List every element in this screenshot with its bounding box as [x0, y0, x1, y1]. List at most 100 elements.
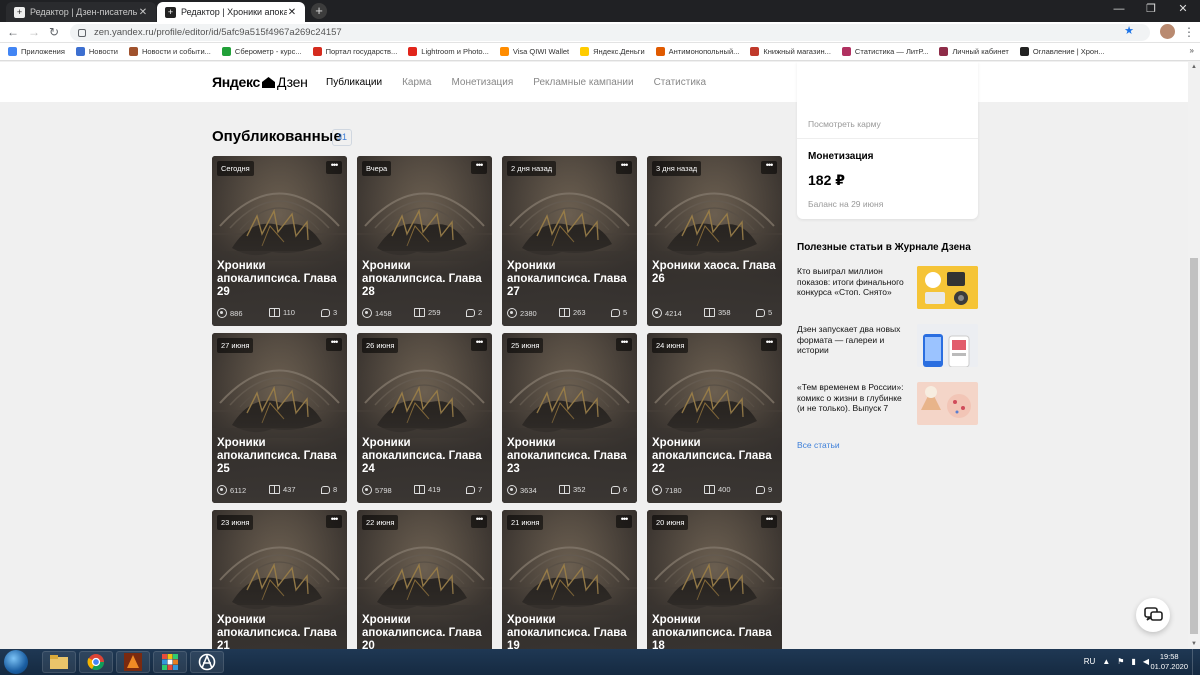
more-options-icon[interactable]: ••• — [326, 338, 342, 351]
language-indicator[interactable]: RU — [1084, 657, 1096, 666]
all-articles-link[interactable]: Все статьи — [797, 440, 840, 450]
start-button[interactable] — [4, 650, 28, 674]
nav-publications[interactable]: Публикации — [326, 77, 382, 88]
bookmark-item[interactable]: Антимонопольный... — [655, 47, 739, 56]
more-options-icon[interactable]: ••• — [326, 161, 342, 174]
publication-card[interactable]: Сегодня ••• Хроники апокалипсиса. Глава … — [212, 156, 347, 326]
publication-title[interactable]: Хроники апокалипсиса. Глава 20 — [362, 614, 487, 649]
more-options-icon[interactable]: ••• — [616, 515, 632, 528]
maximize-icon[interactable]: ❐ — [1136, 0, 1166, 20]
bookmark-item[interactable]: Портал государств... — [312, 47, 397, 56]
more-options-icon[interactable]: ••• — [471, 161, 487, 174]
bookmark-item[interactable]: Статистика — ЛитР... — [841, 47, 928, 56]
more-options-icon[interactable]: ••• — [761, 161, 777, 174]
bookmark-item[interactable]: Новости и событи... — [128, 47, 211, 56]
publication-title[interactable]: Хроники апокалипсиса. Глава 25 — [217, 437, 342, 476]
publication-title[interactable]: Хроники апокалипсиса. Глава 29 — [217, 260, 342, 299]
support-chat-button[interactable] — [1136, 598, 1170, 632]
publication-card[interactable]: 2 дня назад ••• Хроники апокалипсиса. Гл… — [502, 156, 637, 326]
bookmark-item[interactable]: Visa QIWI Wallet — [499, 47, 569, 56]
publication-card[interactable]: 23 июня ••• Хроники апокалипсиса. Глава … — [212, 510, 347, 649]
bookmark-item[interactable]: Новости — [75, 47, 118, 56]
game-app-icon[interactable] — [116, 651, 150, 673]
views-stat: 4214 — [652, 308, 682, 318]
rubik-cube-icon[interactable] — [153, 651, 187, 673]
address-bar-row: ← → ↻ zen.yandex.ru/profile/editor/id/5a… — [0, 22, 1200, 43]
publication-card[interactable]: 21 июня ••• Хроники апокалипсиса. Глава … — [502, 510, 637, 649]
bookmark-item[interactable]: Оглавление | Хрон... — [1019, 47, 1104, 56]
browser-tab[interactable]: + Редактор | Дзен-писатель? | Яндекс ✕ — [6, 2, 156, 22]
more-options-icon[interactable]: ••• — [471, 515, 487, 528]
publication-card[interactable]: 20 июня ••• Хроники апокалипсиса. Глава … — [647, 510, 782, 649]
chrome-icon[interactable] — [79, 651, 113, 673]
more-options-icon[interactable]: ••• — [616, 161, 632, 174]
more-options-icon[interactable]: ••• — [761, 338, 777, 351]
bookmark-item[interactable]: Книжный магазин... — [750, 47, 831, 56]
publication-date: 22 июня — [362, 515, 399, 530]
page-scrollbar[interactable]: ▲ ▼ — [1188, 62, 1200, 649]
journal-article[interactable]: Дзен запускает два новых формата — галер… — [797, 324, 978, 368]
journal-article[interactable]: Кто выиграл миллион показов: итоги финал… — [797, 266, 978, 310]
browser-profile-avatar[interactable] — [1160, 24, 1175, 39]
publication-card[interactable]: 25 июня ••• Хроники апокалипсиса. Глава … — [502, 333, 637, 503]
bookmark-star-icon[interactable]: ★ — [1124, 24, 1134, 37]
close-tab-icon[interactable]: ✕ — [138, 7, 148, 18]
publication-card[interactable]: 26 июня ••• Хроники апокалипсиса. Глава … — [357, 333, 492, 503]
more-options-icon[interactable]: ••• — [616, 338, 632, 351]
publication-title[interactable]: Хроники апокалипсиса. Глава 27 — [507, 260, 632, 299]
publication-card[interactable]: 27 июня ••• Хроники апокалипсиса. Глава … — [212, 333, 347, 503]
close-window-icon[interactable]: ✕ — [1168, 0, 1198, 20]
nav-karma[interactable]: Карма — [402, 77, 431, 88]
more-options-icon[interactable]: ••• — [761, 515, 777, 528]
publication-title[interactable]: Хроники хаоса. Глава 26 — [652, 260, 777, 286]
reads-stat: 358 — [704, 308, 731, 317]
bookmark-favicon-icon — [655, 47, 665, 56]
browser-tab-active[interactable]: + Редактор | Хроники апокалипсиса ✕ — [157, 2, 305, 22]
publication-title[interactable]: Хроники апокалипсиса. Глава 19 — [507, 614, 632, 649]
reload-icon[interactable]: ↻ — [47, 25, 61, 39]
publication-card[interactable]: 3 дня назад ••• Хроники хаоса. Глава 26 … — [647, 156, 782, 326]
publication-title[interactable]: Хроники апокалипсиса. Глава 18 — [652, 614, 777, 649]
publication-card[interactable]: 24 июня ••• Хроники апокалипсиса. Глава … — [647, 333, 782, 503]
bookmark-item[interactable]: Сберометр - курс... — [221, 47, 302, 56]
url-field[interactable]: zen.yandex.ru/profile/editor/id/5afc9a51… — [70, 24, 1150, 41]
explorer-icon[interactable] — [42, 651, 76, 673]
publication-card[interactable]: 22 июня ••• Хроники апокалипсиса. Глава … — [357, 510, 492, 649]
tray-expand-icon[interactable]: ▲ — [1102, 657, 1110, 666]
publication-title[interactable]: Хроники апокалипсиса. Глава 21 — [217, 614, 342, 649]
nav-statistics[interactable]: Статистика — [654, 77, 707, 88]
yandex-zen-logo[interactable]: Яндекс Дзен — [212, 74, 308, 90]
bookmark-item[interactable]: Lightroom и Photo... — [408, 47, 489, 56]
show-desktop-button[interactable] — [1192, 649, 1200, 675]
minimize-icon[interactable]: — — [1104, 0, 1134, 20]
bookmark-item[interactable]: Личный кабинет — [939, 47, 1009, 56]
bookmark-item[interactable]: Яндекс.Деньги — [580, 47, 645, 56]
flag-icon[interactable]: ⚑ — [1117, 657, 1124, 666]
bookmarks-overflow-icon[interactable]: » — [1190, 46, 1194, 55]
nav-monetization[interactable]: Монетизация — [451, 77, 513, 88]
new-tab-button[interactable]: + — [311, 3, 327, 19]
system-clock[interactable]: 19:58 01.07.2020 — [1150, 652, 1188, 672]
publication-card[interactable]: Вчера ••• Хроники апокалипсиса. Глава 28… — [357, 156, 492, 326]
more-options-icon[interactable]: ••• — [471, 338, 487, 351]
zen-page: Яндекс Дзен Публикации Карма Монетизация … — [0, 62, 1188, 649]
publication-title[interactable]: Хроники апокалипсиса. Глава 24 — [362, 437, 487, 476]
nav-ad-campaigns[interactable]: Рекламные кампании — [533, 77, 633, 88]
zen-favicon-icon: + — [14, 6, 25, 18]
view-karma-link[interactable]: Посмотреть карму — [808, 119, 881, 129]
journal-article[interactable]: «Тем временем в России»: комикс о жизни … — [797, 382, 978, 426]
scrollbar-thumb[interactable] — [1190, 258, 1198, 634]
publication-title[interactable]: Хроники апокалипсиса. Глава 28 — [362, 260, 487, 299]
publication-title[interactable]: Хроники апокалипсиса. Глава 23 — [507, 437, 632, 476]
forward-icon[interactable]: → — [27, 25, 41, 39]
browser-menu-icon[interactable]: ⋮ — [1183, 25, 1195, 39]
back-icon[interactable]: ← — [6, 25, 20, 39]
publication-title[interactable]: Хроники апокалипсиса. Глава 22 — [652, 437, 777, 476]
network-icon[interactable]: ▮ — [1131, 657, 1135, 666]
volume-icon[interactable]: ◀ — [1143, 657, 1149, 666]
close-tab-icon[interactable]: ✕ — [287, 7, 297, 18]
bookmark-item[interactable]: Приложения — [8, 47, 65, 56]
comments-count: 7 — [478, 485, 483, 494]
anarchy-app-icon[interactable] — [190, 651, 224, 673]
more-options-icon[interactable]: ••• — [326, 515, 342, 528]
